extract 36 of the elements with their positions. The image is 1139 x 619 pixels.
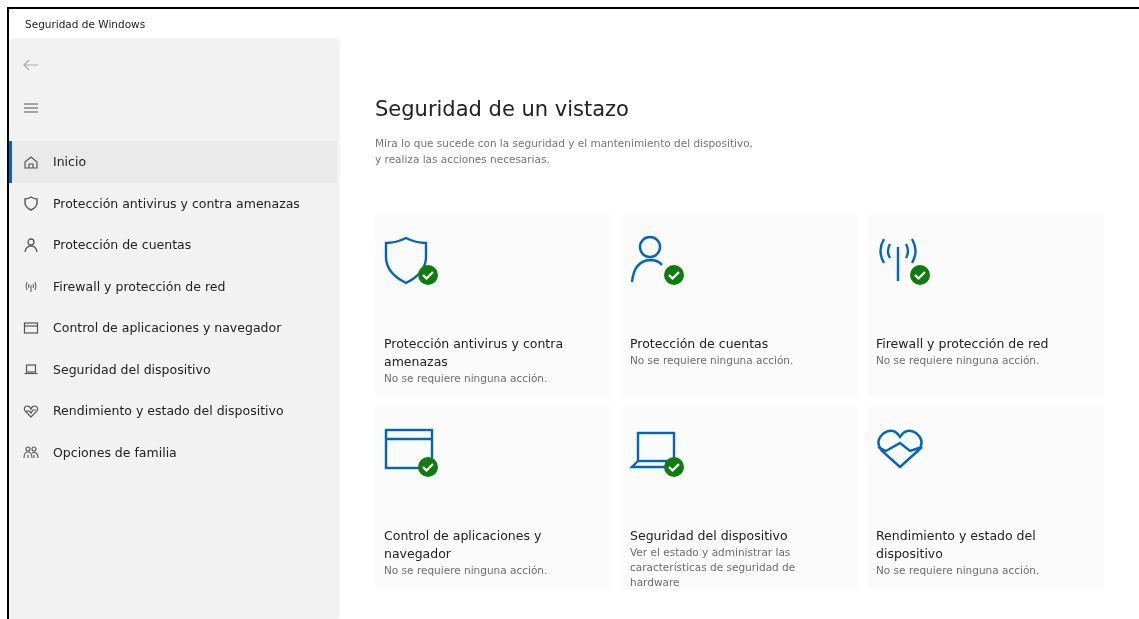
- card-status: Ver el estado y administrar las características de seguridad de hardware: [630, 545, 797, 590]
- status-card[interactable]: Protección de cuentas No se requiere ninguna acción.: [621, 215, 858, 397]
- sidebar-item[interactable]: Seguridad del dispositivo: [9, 348, 337, 390]
- sidebar-item[interactable]: Opciones de familia: [9, 431, 337, 473]
- page-heading: Seguridad de un vistazo: [375, 97, 630, 121]
- card-title: Seguridad del dispositivo: [630, 527, 789, 545]
- back-arrow-icon: [23, 59, 39, 71]
- sidebar-item[interactable]: Inicio: [9, 141, 337, 183]
- family-icon: [23, 444, 39, 461]
- status-card[interactable]: Seguridad del dispositivo Ver el estado y administrar las características de seguridad de hardware: [621, 407, 858, 589]
- card-status: No se requiere ninguna acción.: [876, 353, 1041, 368]
- card-title: Protección antivirus y contra amenazas: [384, 335, 565, 371]
- card-title: Protección de cuentas: [630, 335, 770, 353]
- sidebar-item[interactable]: Protección antivirus y contra amenazas: [9, 182, 337, 224]
- card-title: Firewall y protección de red: [876, 335, 1050, 353]
- status-card[interactable]: Control de aplicaciones y navegador No se requiere ninguna acción.: [375, 407, 612, 589]
- menu-icon: [23, 102, 39, 114]
- card-status: No se requiere ninguna acción.: [384, 371, 549, 386]
- card-title: Rendimiento y estado del dispositivo: [876, 527, 1037, 563]
- status-card[interactable]: Firewall y protección de red No se requiere ninguna acción.: [867, 215, 1104, 397]
- card-status: No se requiere ninguna acción.: [876, 563, 1041, 578]
- window-icon: [23, 319, 39, 336]
- person-icon: [23, 236, 39, 253]
- status-card[interactable]: Rendimiento y estado del dispositivo No se requiere ninguna acción.: [867, 407, 1104, 589]
- heart-icon: [23, 402, 39, 419]
- sidebar-item[interactable]: Firewall y protección de red: [9, 265, 337, 307]
- status-card[interactable]: Protección antivirus y contra amenazas No se requiere ninguna acción.: [375, 215, 612, 397]
- card-title: Control de aplicaciones y navegador: [384, 527, 543, 563]
- card-status: No se requiere ninguna acción.: [384, 563, 549, 578]
- sidebar-item[interactable]: Control de aplicaciones y navegador: [9, 307, 337, 349]
- page-description: Mira lo que sucede con la seguridad y el mantenimiento del dispositivo, y realiza las acciones necesarias.: [375, 136, 754, 167]
- shield-icon: [23, 195, 39, 212]
- card-status: No se requiere ninguna acción.: [630, 353, 795, 368]
- window-title: Seguridad de Windows: [25, 18, 146, 30]
- sidebar-item[interactable]: Rendimiento y estado del dispositivo: [9, 390, 337, 432]
- sidebar-item[interactable]: Protección de cuentas: [9, 224, 337, 266]
